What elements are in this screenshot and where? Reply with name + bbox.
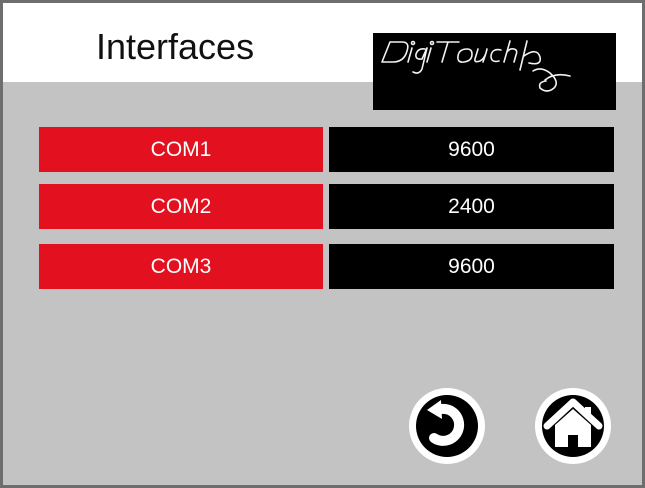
home-button[interactable]	[533, 386, 613, 466]
back-arrow-icon	[409, 388, 485, 464]
com2-baud-rate[interactable]: 2400	[329, 184, 614, 229]
com3-label[interactable]: COM3	[39, 244, 323, 289]
com1-baud-rate[interactable]: 9600	[329, 127, 614, 172]
back-button[interactable]	[407, 386, 487, 466]
hmi-screen: Interfaces COM1 9600 COM2 2400 COM3 9600	[0, 0, 645, 488]
com2-label[interactable]: COM2	[39, 184, 323, 229]
com1-label[interactable]: COM1	[39, 127, 323, 172]
digitouch-logo	[373, 33, 616, 110]
com3-baud-rate[interactable]: 9600	[329, 244, 614, 289]
logo-graphic	[381, 40, 571, 92]
home-icon	[535, 388, 611, 464]
page-title: Interfaces	[96, 26, 255, 67]
